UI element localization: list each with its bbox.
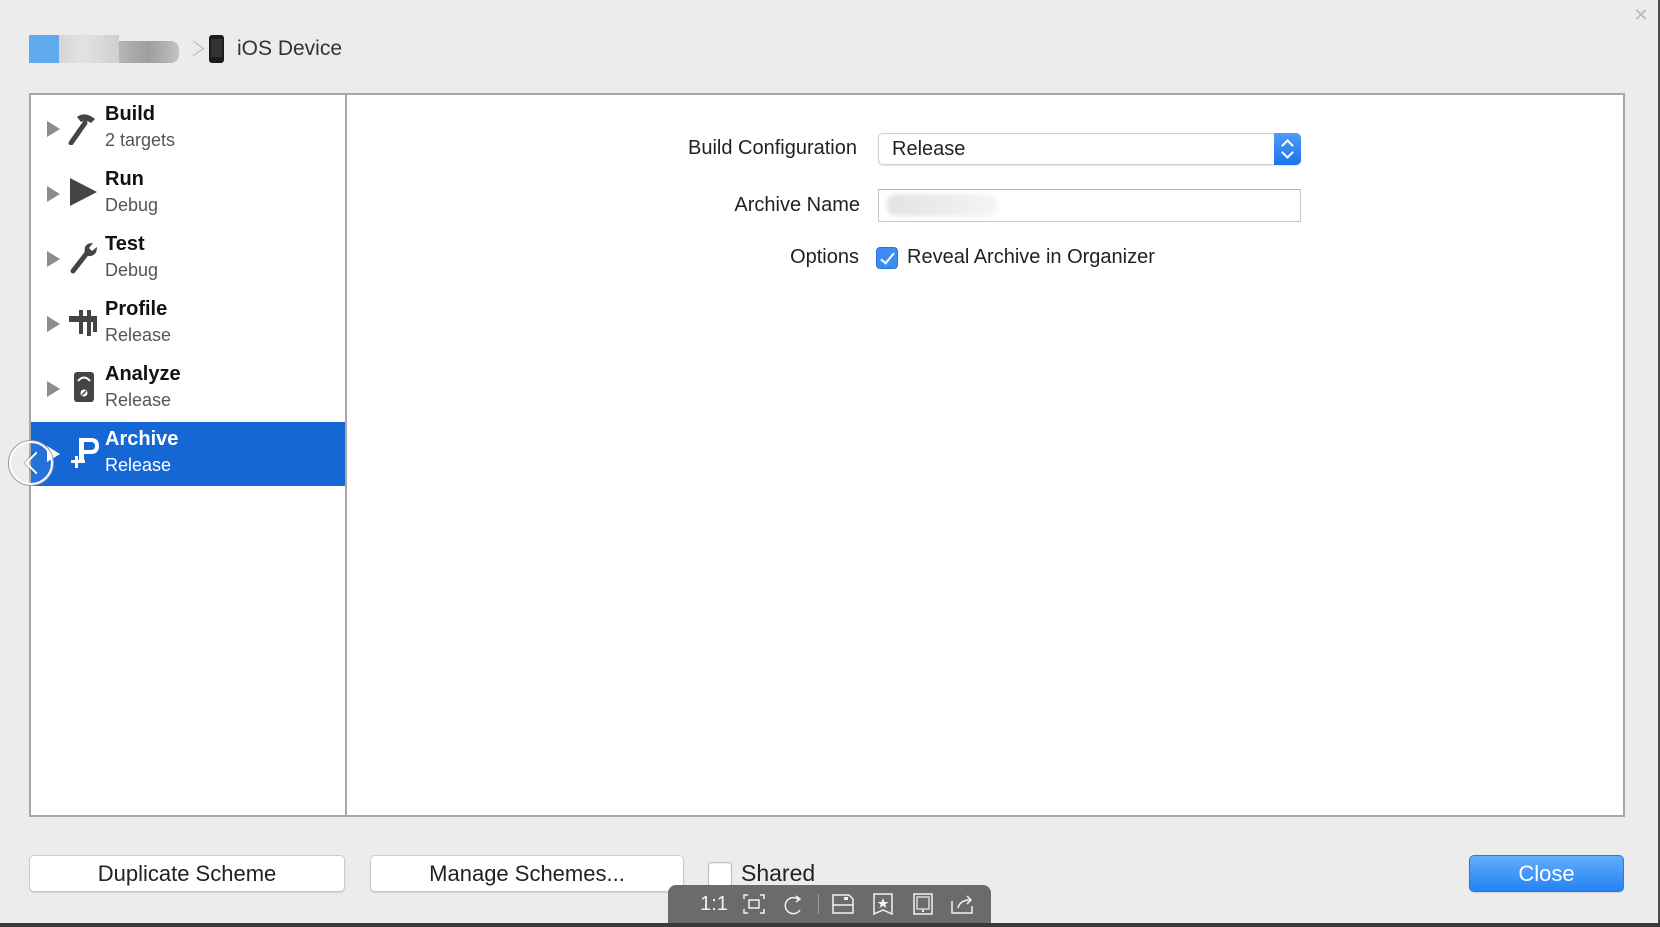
destination-crumb[interactable]: iOS Device xyxy=(237,37,342,61)
action-subtitle: Release xyxy=(105,325,172,345)
up-down-chevron-icon xyxy=(1274,133,1301,165)
disclosure-triangle-icon[interactable] xyxy=(47,121,60,137)
iphone-icon xyxy=(209,35,224,63)
duplicate-scheme-button[interactable]: Duplicate Scheme xyxy=(29,855,345,892)
chevron-right-icon xyxy=(187,36,201,62)
build-configuration-label: Build Configuration xyxy=(688,137,857,159)
sidebar-item-archive[interactable]: Archive Release xyxy=(31,422,345,486)
action-subtitle: Debug xyxy=(105,195,159,215)
share-icon[interactable] xyxy=(943,890,983,918)
archive-clamp-icon xyxy=(67,434,100,470)
app-icon xyxy=(29,35,59,63)
sidebar-item-run[interactable]: Run Debug xyxy=(31,162,345,226)
screen-bottom-edge xyxy=(0,923,1660,927)
action-subtitle: Release xyxy=(105,390,172,410)
disclosure-triangle-icon[interactable] xyxy=(47,251,60,267)
action-title: Test xyxy=(105,233,145,255)
action-subtitle: 2 targets xyxy=(105,130,176,150)
shared-label[interactable]: Shared xyxy=(741,860,815,887)
save-icon[interactable] xyxy=(823,890,863,918)
meter-icon xyxy=(67,369,99,405)
archive-name-label: Archive Name xyxy=(734,194,860,216)
disclosure-triangle-icon[interactable] xyxy=(47,381,60,397)
options-label: Options xyxy=(790,246,859,268)
redacted-archive-name xyxy=(887,194,997,216)
toolbar-divider xyxy=(818,894,819,914)
build-configuration-value: Release xyxy=(892,138,966,160)
build-configuration-popup[interactable]: Release xyxy=(878,133,1301,165)
screen-icon[interactable] xyxy=(903,890,943,918)
action-title: Analyze xyxy=(105,363,181,385)
breadcrumb: iOS Device xyxy=(29,33,342,65)
play-icon xyxy=(67,174,99,210)
disclosure-triangle-icon[interactable] xyxy=(47,316,60,332)
action-title: Profile xyxy=(105,298,168,320)
reveal-archive-label[interactable]: Reveal Archive in Organizer xyxy=(907,246,1155,269)
scheme-actions-sidebar: Build 2 targets Run Debug Test Debug Pro… xyxy=(31,95,347,815)
redacted-scheme-name-tail xyxy=(119,41,179,63)
bookmark-star-icon[interactable] xyxy=(863,890,903,918)
sidebar-item-profile[interactable]: Profile Release xyxy=(31,292,345,356)
manage-schemes-button[interactable]: Manage Schemes... xyxy=(370,855,684,892)
sidebar-item-test[interactable]: Test Debug xyxy=(31,227,345,291)
close-window-icon[interactable]: ✕ xyxy=(1632,6,1650,24)
sidebar-item-analyze[interactable]: Analyze Release xyxy=(31,357,345,421)
wrench-icon xyxy=(67,239,99,275)
action-subtitle: Debug xyxy=(105,260,159,280)
archive-name-field[interactable] xyxy=(878,189,1301,222)
close-button[interactable]: Close xyxy=(1469,855,1624,892)
action-title: Archive xyxy=(105,428,179,450)
fit-to-window-icon[interactable] xyxy=(734,890,774,918)
redacted-scheme-name xyxy=(59,35,119,63)
image-viewer-toolbar: 1:1 xyxy=(668,885,991,923)
rotate-icon[interactable] xyxy=(774,890,814,918)
reveal-archive-checkbox[interactable] xyxy=(876,247,898,269)
back-arrow-button[interactable] xyxy=(9,441,53,485)
actual-size-button[interactable]: 1:1 xyxy=(694,890,734,918)
sidebar-item-build[interactable]: Build 2 targets xyxy=(31,97,345,161)
action-subtitle: Release xyxy=(105,455,172,475)
action-title: Run xyxy=(105,168,144,190)
hammer-icon xyxy=(67,109,99,146)
caliper-icon xyxy=(67,304,99,340)
shared-checkbox[interactable] xyxy=(708,862,732,887)
scheme-crumb[interactable] xyxy=(29,35,179,63)
action-title: Build xyxy=(105,103,155,125)
disclosure-triangle-icon[interactable] xyxy=(47,186,60,202)
